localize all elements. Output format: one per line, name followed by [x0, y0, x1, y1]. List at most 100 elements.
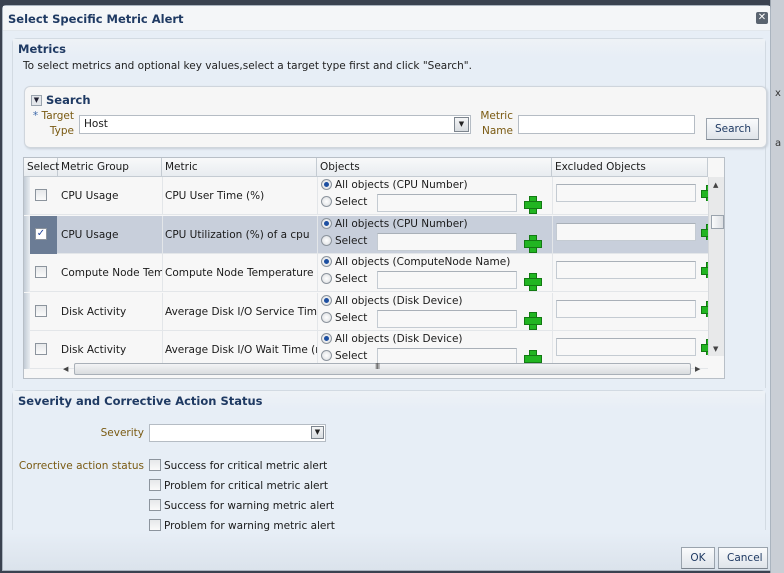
table-row[interactable]: Compute Node TemperatureCompute Node Tem… — [24, 254, 708, 292]
target-type-select[interactable]: Host ▼ — [79, 115, 471, 134]
select-objects-radio[interactable] — [321, 234, 332, 246]
metric-name-label: Metric Name — [480, 110, 513, 137]
close-button[interactable]: ✕ — [756, 12, 768, 24]
dropdown-arrow-icon[interactable]: ▼ — [311, 426, 324, 439]
metric-name-input[interactable] — [518, 115, 695, 134]
objects-input[interactable] — [377, 232, 517, 251]
all-objects-radio[interactable] — [321, 294, 332, 306]
metric-group-cell: Disk Activity — [61, 305, 127, 318]
search-button[interactable]: Search — [706, 118, 759, 140]
column-divider — [317, 177, 318, 215]
corrective-action-option[interactable]: Success for critical metric alert — [149, 458, 327, 474]
metrics-table: Select Metric Group Metric Objects Exclu… — [23, 157, 725, 379]
row-select-checkbox[interactable] — [35, 304, 47, 317]
vertical-scrollbar[interactable]: ▲ ▼ — [708, 177, 724, 356]
metric-group-cell: CPU Usage — [61, 228, 119, 241]
scroll-right-icon[interactable]: ▶ — [695, 365, 700, 373]
table-row[interactable]: ✓ CPU Usage CPU Utilization (%) of a cpu Al… — [24, 215, 708, 254]
cancel-button[interactable]: Cancel — [718, 547, 768, 569]
select-objects-radio[interactable] — [321, 196, 332, 207]
select-objects-radio[interactable] — [321, 311, 332, 323]
corrective-action-checkbox[interactable] — [149, 459, 161, 471]
dialog-title: Select Specific Metric Alert — [8, 12, 184, 26]
add-object-icon[interactable] — [524, 273, 542, 291]
all-objects-radio[interactable] — [321, 256, 332, 267]
dialog-footer — [3, 532, 770, 570]
all-objects-radio[interactable] — [321, 333, 332, 344]
row-header — [24, 177, 30, 215]
column-header-metric[interactable]: Metric — [162, 158, 317, 177]
excluded-objects-input[interactable] — [556, 338, 696, 356]
row-header — [24, 254, 30, 292]
corrective-action-checkbox[interactable] — [149, 499, 161, 511]
objects-input[interactable] — [377, 309, 517, 328]
excluded-objects-input[interactable] — [556, 299, 696, 318]
select-metric-alert-dialog: Select Specific Metric Alert ✕ Metrics T… — [2, 5, 771, 571]
vertical-scroll-thumb[interactable] — [711, 215, 724, 229]
column-divider — [552, 254, 553, 292]
horizontal-scroll-thumb[interactable]: III — [74, 362, 691, 375]
column-header-objects[interactable]: Objects — [317, 158, 552, 177]
background-fragment: x — [775, 88, 781, 99]
add-object-icon[interactable] — [524, 311, 542, 330]
add-excluded-object-icon[interactable] — [701, 223, 708, 240]
row-header — [24, 215, 30, 254]
scroll-left-icon[interactable]: ◀ — [63, 365, 68, 373]
add-excluded-object-icon[interactable] — [701, 339, 708, 355]
excluded-objects-input[interactable] — [556, 222, 696, 241]
excluded-objects-input[interactable] — [556, 184, 696, 202]
corrective-action-option[interactable]: Success for warning metric alert — [149, 498, 334, 514]
add-object-icon[interactable] — [524, 196, 542, 214]
objects-input[interactable] — [377, 194, 517, 212]
ok-button[interactable]: OK — [681, 547, 715, 569]
corrective-action-label: Corrective action status — [18, 460, 144, 472]
collapse-search-button[interactable]: ▼ — [31, 95, 42, 106]
all-objects-option[interactable]: All objects (ComputeNode Name) — [321, 254, 510, 270]
add-excluded-object-icon[interactable] — [701, 300, 708, 317]
column-divider — [317, 292, 318, 331]
row-select-checkbox[interactable] — [35, 343, 47, 355]
scroll-up-icon[interactable]: ▲ — [713, 181, 718, 189]
scroll-grip-icon: III — [375, 362, 380, 371]
add-object-icon[interactable] — [524, 234, 542, 253]
all-objects-radio[interactable] — [321, 217, 332, 229]
corrective-action-option[interactable]: Problem for critical metric alert — [149, 478, 328, 494]
row-select-checkbox[interactable] — [35, 266, 47, 278]
corrective-action-checkbox[interactable] — [149, 479, 161, 491]
column-header-select[interactable]: Select — [24, 158, 59, 177]
select-objects-radio[interactable] — [321, 273, 332, 284]
column-divider — [317, 215, 318, 254]
all-objects-option[interactable]: All objects (CPU Number) — [321, 177, 468, 193]
select-objects-option[interactable]: Select — [321, 271, 367, 287]
metric-cell: Average Disk I/O Service Time (ms) — [165, 305, 317, 318]
dialog-titlebar: Select Specific Metric Alert ✕ — [3, 6, 770, 31]
objects-input[interactable] — [377, 271, 517, 289]
excluded-objects-input[interactable] — [556, 261, 696, 279]
select-objects-radio[interactable] — [321, 350, 332, 361]
scroll-down-icon[interactable]: ▼ — [713, 345, 718, 353]
row-select-checkbox[interactable]: ✓ — [35, 227, 47, 240]
row-select-checkbox[interactable] — [35, 189, 47, 201]
row-header — [24, 331, 30, 369]
corrective-action-checkbox[interactable] — [149, 519, 161, 531]
table-row[interactable]: CPU Usage CPU User Time (%) All objects (C… — [24, 177, 708, 215]
close-icon: ✕ — [757, 12, 767, 23]
column-header-metric-group[interactable]: Metric Group — [58, 158, 162, 177]
column-header-excluded-objects[interactable]: Excluded Objects — [552, 158, 708, 177]
select-objects-option[interactable]: Select — [321, 194, 367, 210]
severity-select[interactable]: ▼ — [149, 424, 326, 442]
add-excluded-object-icon[interactable] — [701, 185, 708, 201]
all-objects-option[interactable]: All objects (Disk Device) — [321, 331, 463, 347]
horizontal-scrollbar[interactable]: ◀ III ▶ — [61, 362, 707, 376]
add-excluded-object-icon[interactable] — [701, 262, 708, 278]
table-row[interactable]: Disk Activity Average Disk I/O Service Ti… — [24, 292, 708, 331]
dropdown-arrow-icon[interactable]: ▼ — [454, 117, 469, 132]
all-objects-radio[interactable] — [321, 179, 332, 190]
select-objects-option[interactable]: Select — [321, 233, 367, 249]
column-divider — [552, 177, 553, 215]
select-objects-option[interactable]: Select — [321, 310, 367, 326]
all-objects-option[interactable]: All objects (CPU Number) — [321, 216, 468, 232]
required-icon: * — [32, 110, 39, 122]
severity-header: Severity and Corrective Action Status — [13, 391, 765, 409]
all-objects-option[interactable]: All objects (Disk Device) — [321, 293, 463, 309]
